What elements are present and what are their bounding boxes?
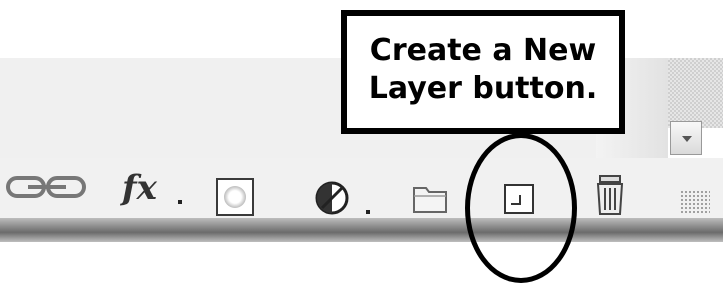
- annotation-circle: [465, 133, 577, 283]
- fx-icon: fx: [122, 168, 157, 208]
- mask-icon: [224, 186, 246, 208]
- half-circle-icon: [315, 181, 349, 215]
- add-layer-style-button[interactable]: fx: [122, 168, 182, 214]
- resize-grip[interactable]: [680, 190, 710, 214]
- delete-layer-button[interactable]: [592, 174, 630, 216]
- folder-icon: [413, 187, 447, 213]
- chain-link-icon[interactable]: [4, 168, 90, 206]
- new-group-button[interactable]: [412, 182, 448, 214]
- scrollbar-track[interactable]: [668, 58, 723, 128]
- dropdown-indicator-icon: [366, 210, 370, 214]
- panel-bottom-border: [0, 218, 723, 242]
- scroll-down-button[interactable]: [670, 121, 702, 155]
- callout-line-2: Layer button.: [368, 71, 598, 106]
- trash-icon: [596, 175, 624, 215]
- dropdown-indicator-icon: [178, 200, 182, 204]
- callout-line-1: Create a New: [369, 33, 597, 68]
- new-adjustment-layer-button[interactable]: [314, 178, 376, 218]
- annotation-callout: Create a New Layer button.: [341, 10, 625, 134]
- add-layer-mask-button[interactable]: [216, 178, 254, 216]
- scroll-down-arrow-icon: [682, 136, 692, 142]
